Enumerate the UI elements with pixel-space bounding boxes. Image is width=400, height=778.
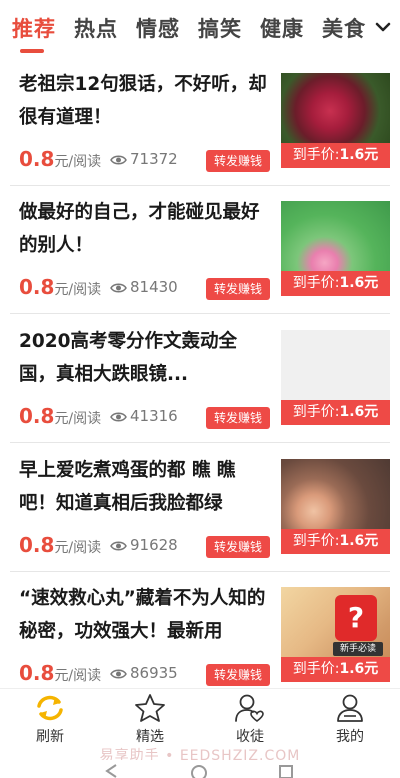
- article-views: 86935: [110, 664, 178, 682]
- article-title[interactable]: 做最好的自己，才能碰见最好的别人！: [19, 196, 269, 262]
- thumb-price-bar: 到手价:1.6元: [281, 657, 390, 682]
- price-unit: 元/阅读: [54, 154, 102, 170]
- nav-recruit[interactable]: 收徒: [220, 693, 280, 746]
- view-count: 81430: [130, 278, 178, 296]
- article-title[interactable]: “速效救心丸”藏着不为人知的秘密，功效强大！最新用: [19, 582, 269, 648]
- article-item[interactable]: 老祖宗12句狠话，不好听，却很有道理！ 0.8元/阅读 71372 转发赚钱 到…: [0, 58, 400, 186]
- article-item[interactable]: 2020高考零分作文轰动全国，真相大跌眼镜... 0.8元/阅读 41316 转…: [0, 315, 400, 443]
- thumb-price-bar: 到手价:1.6元: [281, 143, 390, 168]
- tab-hot[interactable]: 热点: [74, 13, 118, 43]
- price-unit: 元/阅读: [54, 411, 102, 427]
- user-heart-icon: [235, 694, 264, 723]
- tab-recommend[interactable]: 推荐: [12, 13, 56, 43]
- eye-icon: [110, 155, 127, 165]
- badge-label: 新手必读: [333, 642, 383, 656]
- bottom-nav: 刷新 精选 收徒 我的: [0, 688, 400, 750]
- view-count: 71372: [130, 150, 178, 168]
- price-value: 0.8: [19, 147, 55, 171]
- nav-label: 精选: [136, 729, 164, 745]
- article-item[interactable]: 做最好的自己，才能碰见最好的别人！ 0.8元/阅读 81430 转发赚钱 到手价…: [0, 186, 400, 314]
- active-tab-indicator: [20, 49, 44, 53]
- article-price: 0.8元/阅读: [19, 661, 101, 685]
- star-icon: [135, 694, 165, 722]
- profile-icon: [337, 694, 363, 722]
- price-unit: 元/阅读: [54, 668, 102, 684]
- eggs-image[interactable]: 到手价:1.6元: [281, 459, 390, 554]
- article-price: 0.8元/阅读: [19, 533, 101, 557]
- eye-icon: [110, 283, 127, 293]
- share-earn-button[interactable]: 转发赚钱: [206, 664, 270, 686]
- nav-label: 收徒: [236, 729, 264, 745]
- price-value: 0.8: [19, 661, 55, 685]
- back-icon[interactable]: [104, 764, 120, 778]
- share-earn-button[interactable]: 转发赚钱: [206, 278, 270, 300]
- home-icon[interactable]: [190, 764, 208, 778]
- share-earn-button[interactable]: 转发赚钱: [206, 407, 270, 429]
- nav-mine[interactable]: 我的: [320, 693, 380, 746]
- article-price: 0.8元/阅读: [19, 404, 101, 428]
- recent-apps-icon[interactable]: [278, 764, 294, 778]
- price-value: 0.8: [19, 533, 55, 557]
- article-price: 0.8元/阅读: [19, 147, 101, 171]
- article-price: 0.8元/阅读: [19, 275, 101, 299]
- price-unit: 元/阅读: [54, 282, 102, 298]
- tab-food[interactable]: 美食: [322, 13, 366, 43]
- divider: [10, 313, 390, 314]
- tab-emotion[interactable]: 情感: [136, 13, 180, 43]
- thumb-price-bar: 到手价:1.6元: [281, 529, 390, 554]
- eye-icon: [110, 412, 127, 422]
- blank-image[interactable]: 到手价:1.6元: [281, 330, 390, 425]
- divider: [10, 442, 390, 443]
- tab-funny[interactable]: 搞笑: [198, 13, 242, 43]
- article-views: 81430: [110, 278, 178, 296]
- thumb-price-bar: 到手价:1.6元: [281, 400, 390, 425]
- category-tabs: 推荐 热点 情感 搞笑 健康 美食: [0, 0, 400, 58]
- share-earn-button[interactable]: 转发赚钱: [206, 536, 270, 558]
- system-nav-bar: [0, 760, 400, 778]
- article-item[interactable]: 早上爱吃煮鸡蛋的都 瞧 瞧吧！知道真相后我脸都绿 0.8元/阅读 91628 转…: [0, 444, 400, 572]
- view-count: 41316: [130, 407, 178, 425]
- article-views: 71372: [110, 150, 178, 168]
- price-value: 0.8: [19, 275, 55, 299]
- gift-badge-image[interactable]: ? 新手必读 到手价:1.6元: [281, 587, 390, 682]
- price-unit: 元/阅读: [54, 540, 102, 556]
- thumb-price-bar: 到手价:1.6元: [281, 271, 390, 296]
- price-value: 0.8: [19, 404, 55, 428]
- refresh-icon: [37, 695, 63, 721]
- nav-label: 我的: [336, 729, 364, 745]
- article-views: 91628: [110, 536, 178, 554]
- eye-icon: [110, 541, 127, 551]
- tab-health[interactable]: 健康: [260, 13, 304, 43]
- rose-image[interactable]: 到手价:1.6元: [281, 73, 390, 168]
- article-item[interactable]: “速效救心丸”藏着不为人知的秘密，功效强大！最新用 0.8元/阅读 86935 …: [0, 572, 400, 700]
- lotus-image[interactable]: 到手价:1.6元: [281, 201, 390, 296]
- article-title[interactable]: 早上爱吃煮鸡蛋的都 瞧 瞧吧！知道真相后我脸都绿: [19, 454, 269, 520]
- eye-icon: [110, 669, 127, 679]
- article-title[interactable]: 老祖宗12句狠话，不好听，却很有道理！: [19, 68, 269, 134]
- chevron-down-icon[interactable]: [373, 16, 393, 38]
- question-gift-icon: ?: [335, 595, 377, 641]
- view-count: 86935: [130, 664, 178, 682]
- nav-featured[interactable]: 精选: [120, 693, 180, 746]
- article-views: 41316: [110, 407, 178, 425]
- article-title[interactable]: 2020高考零分作文轰动全国，真相大跌眼镜...: [19, 325, 269, 391]
- share-earn-button[interactable]: 转发赚钱: [206, 150, 270, 172]
- view-count: 91628: [130, 536, 178, 554]
- nav-refresh[interactable]: 刷新: [20, 693, 80, 746]
- nav-label: 刷新: [36, 729, 64, 745]
